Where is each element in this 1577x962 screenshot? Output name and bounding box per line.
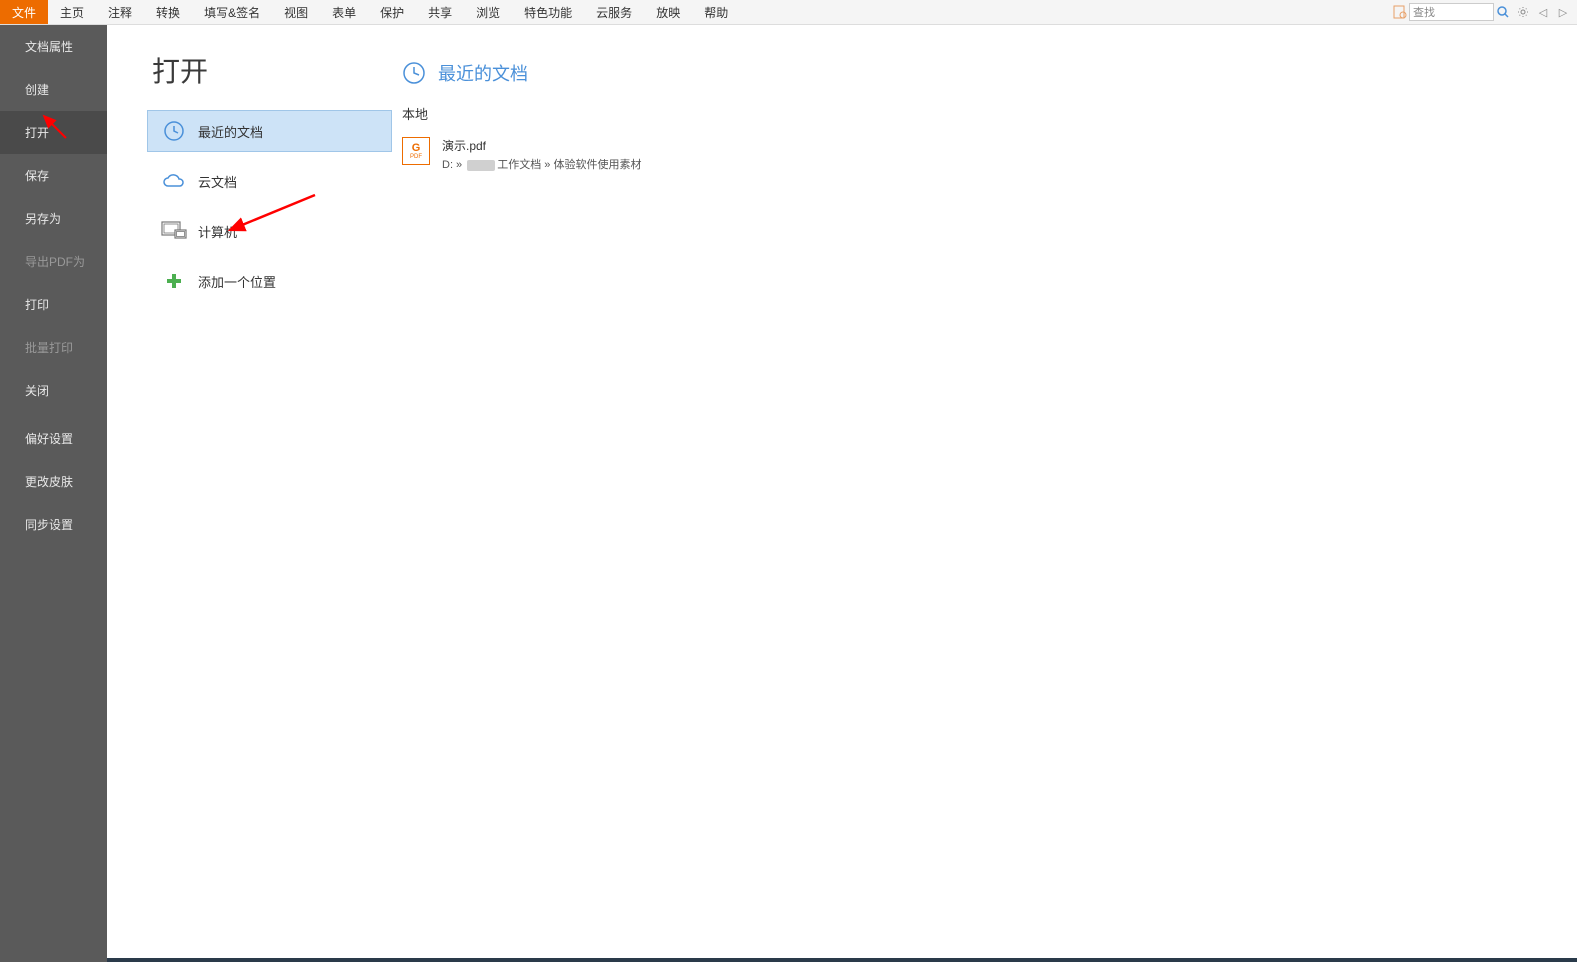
menubar: 文件 主页 注释 转换 填写&签名 视图 表单 保护 共享 浏览 特色功能 云服… bbox=[0, 0, 1577, 25]
group-label: 本地 bbox=[402, 104, 1577, 123]
section-header: 最近的文档 bbox=[402, 60, 1577, 86]
search-page-icon[interactable] bbox=[1391, 3, 1409, 21]
sidebar-item-saveas[interactable]: 另存为 bbox=[0, 197, 107, 240]
menu-features[interactable]: 特色功能 bbox=[512, 0, 584, 24]
file-sidebar: 文档属性 创建 打开 保存 另存为 导出PDF为 打印 批量打印 关闭 偏好设置… bbox=[0, 25, 107, 962]
sidebar-item-create[interactable]: 创建 bbox=[0, 68, 107, 111]
menu-fillsign[interactable]: 填写&签名 bbox=[192, 0, 272, 24]
sidebar-item-preferences[interactable]: 偏好设置 bbox=[0, 417, 107, 460]
sidebar-item-export: 导出PDF为 bbox=[0, 240, 107, 283]
menu-protect[interactable]: 保护 bbox=[368, 0, 416, 24]
file-name: 演示.pdf bbox=[442, 137, 641, 154]
clock-icon bbox=[160, 117, 188, 145]
search-icon[interactable] bbox=[1494, 3, 1512, 21]
sub-item-label: 最近的文档 bbox=[198, 122, 379, 141]
section-title: 最近的文档 bbox=[438, 60, 528, 86]
redacted-segment bbox=[467, 160, 495, 171]
sub-item-recent[interactable]: 最近的文档 bbox=[147, 110, 392, 152]
sub-item-computer[interactable]: 计算机 bbox=[147, 210, 392, 252]
menu-form[interactable]: 表单 bbox=[320, 0, 368, 24]
plus-icon bbox=[160, 267, 188, 295]
sidebar-item-save[interactable]: 保存 bbox=[0, 154, 107, 197]
main-area: 文档属性 创建 打开 保存 另存为 导出PDF为 打印 批量打印 关闭 偏好设置… bbox=[0, 25, 1577, 962]
status-bar bbox=[107, 958, 1577, 962]
detail-panel: 最近的文档 本地 GPDF 演示.pdf D: » 工作文档 » 体验软件使用素… bbox=[392, 25, 1577, 962]
sidebar-item-properties[interactable]: 文档属性 bbox=[0, 25, 107, 68]
search-input[interactable]: 查找 bbox=[1409, 3, 1494, 21]
sub-item-addlocation[interactable]: 添加一个位置 bbox=[147, 260, 392, 302]
sidebar-item-open[interactable]: 打开 bbox=[0, 111, 107, 154]
menu-cloud[interactable]: 云服务 bbox=[584, 0, 644, 24]
sidebar-item-skin[interactable]: 更改皮肤 bbox=[0, 460, 107, 503]
sub-item-cloud[interactable]: 云文档 bbox=[147, 160, 392, 202]
pdf-file-icon: GPDF bbox=[402, 137, 430, 165]
menubar-right: 查找 ◁ ▷ bbox=[1389, 0, 1577, 24]
cloud-icon bbox=[160, 167, 188, 195]
computer-icon bbox=[160, 217, 188, 245]
nav-back-icon[interactable]: ◁ bbox=[1534, 3, 1552, 21]
file-info: 演示.pdf D: » 工作文档 » 体验软件使用素材 bbox=[442, 137, 641, 172]
menu-help[interactable]: 帮助 bbox=[692, 0, 740, 24]
sub-item-label: 云文档 bbox=[198, 172, 379, 191]
menu-share[interactable]: 共享 bbox=[416, 0, 464, 24]
sidebar-item-sync[interactable]: 同步设置 bbox=[0, 503, 107, 546]
menu-comment[interactable]: 注释 bbox=[96, 0, 144, 24]
menu-slideshow[interactable]: 放映 bbox=[644, 0, 692, 24]
page-title: 打开 bbox=[147, 50, 392, 90]
menu-view[interactable]: 视图 bbox=[272, 0, 320, 24]
sub-item-label: 计算机 bbox=[198, 222, 379, 241]
sidebar-item-batchprint: 批量打印 bbox=[0, 326, 107, 369]
menu-file[interactable]: 文件 bbox=[0, 0, 48, 24]
menu-browse[interactable]: 浏览 bbox=[464, 0, 512, 24]
open-sub-panel: 打开 最近的文档 云文档 计算机 bbox=[107, 25, 392, 962]
menu-convert[interactable]: 转换 bbox=[144, 0, 192, 24]
sidebar-item-print[interactable]: 打印 bbox=[0, 283, 107, 326]
file-entry[interactable]: GPDF 演示.pdf D: » 工作文档 » 体验软件使用素材 bbox=[402, 133, 1577, 176]
nav-forward-icon[interactable]: ▷ bbox=[1554, 3, 1572, 21]
file-path: D: » 工作文档 » 体验软件使用素材 bbox=[442, 156, 641, 172]
sidebar-item-close[interactable]: 关闭 bbox=[0, 369, 107, 412]
content-area: 打开 最近的文档 云文档 计算机 bbox=[107, 25, 1577, 962]
menu-home[interactable]: 主页 bbox=[48, 0, 96, 24]
clock-icon bbox=[402, 61, 426, 85]
sub-item-label: 添加一个位置 bbox=[198, 272, 379, 291]
settings-icon[interactable] bbox=[1514, 3, 1532, 21]
